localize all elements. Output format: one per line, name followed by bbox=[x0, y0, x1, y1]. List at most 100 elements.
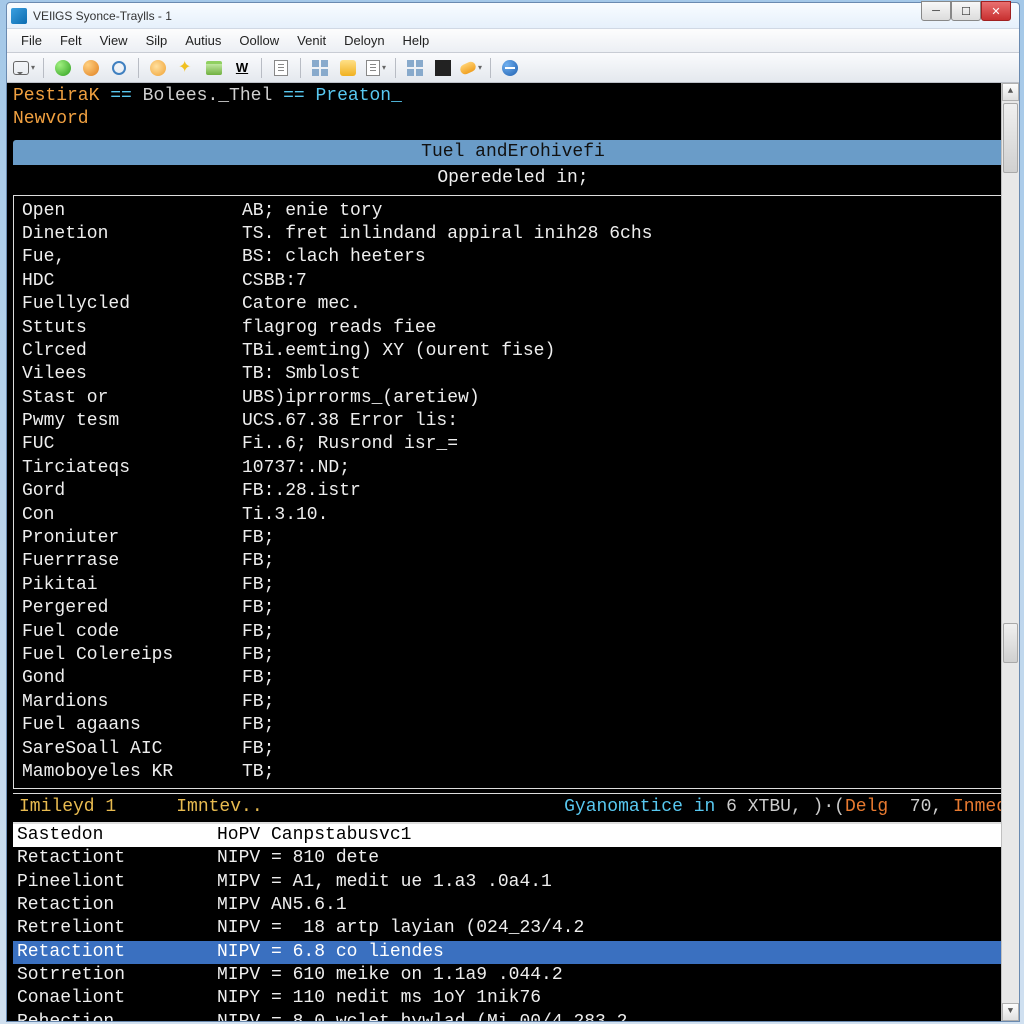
toolbar-separator bbox=[261, 58, 262, 78]
scroll-up-button[interactable]: ▲ bbox=[1002, 83, 1019, 101]
toolbar-separator bbox=[490, 58, 491, 78]
bottom-row[interactable]: RetactiontNIPV = 6.8 co liendes bbox=[13, 941, 1013, 964]
info-key: Fuellycled bbox=[22, 293, 242, 316]
menu-autius[interactable]: Autius bbox=[177, 30, 229, 51]
info-key: Open bbox=[22, 200, 242, 223]
toolbar-panels-icon[interactable] bbox=[404, 57, 426, 79]
info-row: Mamoboyeles KRTB; bbox=[22, 761, 1004, 784]
info-value: FB; bbox=[242, 621, 1004, 644]
info-value: Catore mec. bbox=[242, 293, 1004, 316]
bottom-row[interactable]: RetactionMIPV AN5.6.1 bbox=[13, 894, 1013, 917]
menu-venit[interactable]: Venit bbox=[289, 30, 334, 51]
toolbar-orange-ball-icon[interactable] bbox=[80, 57, 102, 79]
info-row: ConTi.3.10. bbox=[22, 504, 1004, 527]
toolbar-copy-dropdown[interactable] bbox=[365, 57, 387, 79]
prompt-seg1: PestiraK bbox=[13, 86, 99, 106]
scroll-thumb[interactable] bbox=[1003, 103, 1018, 173]
bottom-value: NIPY = 110 nedit ms 1oY 1nik76 bbox=[217, 987, 1009, 1010]
toolbar-bubble-dropdown[interactable] bbox=[13, 57, 35, 79]
bottom-value: NIPV = 18 artp layian (024_23/4.2 bbox=[217, 917, 1009, 940]
prompt-seg3: Preaton_ bbox=[315, 86, 401, 106]
info-value: FB; bbox=[242, 738, 1004, 761]
toolbar-folder-icon[interactable] bbox=[203, 57, 225, 79]
app-window: VEIlGS Syonce-Traylls - 1 ─ ☐ ✕ File Fel… bbox=[6, 2, 1020, 1022]
app-icon bbox=[11, 8, 27, 24]
terminal-area[interactable]: PestiraK == Bolees._Thel == Preaton_ New… bbox=[7, 83, 1019, 1021]
bottom-key: Pineeliont bbox=[17, 871, 217, 894]
info-row: FuerrraseFB; bbox=[22, 550, 1004, 573]
menu-file[interactable]: File bbox=[13, 30, 50, 51]
toolbar-swirl-icon[interactable] bbox=[147, 57, 169, 79]
bottom-value: MIPV AN5.6.1 bbox=[217, 894, 1009, 917]
bottom-value: MIPV = 610 meike on 1.1a9 .044.2 bbox=[217, 964, 1009, 987]
vertical-scrollbar[interactable]: ▲ ▼ bbox=[1001, 83, 1019, 1021]
info-key: FUC bbox=[22, 433, 242, 456]
menu-oollow[interactable]: Oollow bbox=[231, 30, 287, 51]
prompt-eq1: == bbox=[99, 86, 142, 106]
bottom-row[interactable]: SotrretionMIPV = 610 meike on 1.1a9 .044… bbox=[13, 964, 1013, 987]
info-value: FB; bbox=[242, 667, 1004, 690]
prompt-seg2: Bolees._Thel bbox=[143, 86, 273, 106]
toolbar-underline-icon[interactable]: W bbox=[231, 57, 253, 79]
info-row: FUCFi..6; Rusrond isr_= bbox=[22, 433, 1004, 456]
toolbar-separator bbox=[395, 58, 396, 78]
toolbar-green-ball-icon[interactable] bbox=[52, 57, 74, 79]
info-key: Dinetion bbox=[22, 223, 242, 246]
status-e: Inmed bbox=[942, 797, 1007, 817]
toolbar-stop-icon[interactable] bbox=[499, 57, 521, 79]
info-key: Tirciateqs bbox=[22, 457, 242, 480]
section-subtitle: Operedeled in; bbox=[13, 165, 1013, 194]
toolbar-black-icon[interactable] bbox=[432, 57, 454, 79]
menu-help[interactable]: Help bbox=[395, 30, 438, 51]
info-key: SareSoall AIC bbox=[22, 738, 242, 761]
menu-silp[interactable]: Silp bbox=[138, 30, 176, 51]
bottom-row[interactable]: PineeliontMIPV = A1, medit ue 1.a3 .0a4.… bbox=[13, 871, 1013, 894]
bottom-row[interactable]: ConaeliontNIPY = 110 nedit ms 1oY 1nik76 bbox=[13, 987, 1013, 1010]
scroll-down-button[interactable]: ▼ bbox=[1002, 1003, 1019, 1021]
info-key: Mamoboyeles KR bbox=[22, 761, 242, 784]
info-row: DinetionTS. fret inlindand appiral inih2… bbox=[22, 223, 1004, 246]
scroll-thumb-lower[interactable] bbox=[1003, 623, 1018, 663]
bottom-key: Rehection bbox=[17, 1011, 217, 1021]
bottom-row[interactable]: RetreliontNIPV = 18 artp layian (024_23/… bbox=[13, 917, 1013, 940]
toolbar-separator bbox=[138, 58, 139, 78]
info-value: FB; bbox=[242, 550, 1004, 573]
info-row: Stast orUBS)iprrorms_(aretiew) bbox=[22, 387, 1004, 410]
menu-deloyn[interactable]: Deloyn bbox=[336, 30, 392, 51]
bottom-row[interactable]: RetactiontNIPV = 810 dete bbox=[13, 847, 1013, 870]
bottom-box: Sastedon HoPV Canpstabusvc1 RetactiontNI… bbox=[13, 823, 1013, 1021]
maximize-button[interactable]: ☐ bbox=[951, 1, 981, 21]
info-row: GondFB; bbox=[22, 667, 1004, 690]
info-row: PergeredFB; bbox=[22, 597, 1004, 620]
prompt-line-1: PestiraK == Bolees._Thel == Preaton_ bbox=[13, 85, 1013, 108]
info-key: Gord bbox=[22, 480, 242, 503]
minimize-button[interactable]: ─ bbox=[921, 1, 951, 21]
toolbar-ring-icon[interactable] bbox=[108, 57, 130, 79]
tab-left[interactable]: Imileyd 1 bbox=[19, 796, 116, 819]
info-key: Pergered bbox=[22, 597, 242, 620]
info-row: ProniuterFB; bbox=[22, 527, 1004, 550]
info-key: Pwmy tesm bbox=[22, 410, 242, 433]
info-key: Stast or bbox=[22, 387, 242, 410]
info-key: Fuel code bbox=[22, 621, 242, 644]
toolbar-badge-icon[interactable] bbox=[337, 57, 359, 79]
prompt-eq2: == bbox=[272, 86, 315, 106]
toolbar-doc-icon[interactable] bbox=[270, 57, 292, 79]
info-row: HDCCSBB:7 bbox=[22, 270, 1004, 293]
info-row: Sttutsflagrog reads fiee bbox=[22, 317, 1004, 340]
tab-mid[interactable]: Imntev.. bbox=[176, 796, 262, 819]
close-button[interactable]: ✕ bbox=[981, 1, 1011, 21]
menu-felt[interactable]: Felt bbox=[52, 30, 90, 51]
toolbar-highlight-dropdown[interactable] bbox=[460, 57, 482, 79]
toolbar-spark-icon[interactable]: ✦ bbox=[175, 57, 197, 79]
status-c: Delg bbox=[845, 797, 888, 817]
menu-view[interactable]: View bbox=[92, 30, 136, 51]
bottom-header-key: Sastedon bbox=[17, 824, 217, 847]
bottom-row[interactable]: RehectionNIPV = 8.0 wclet hywlad (Mi_00/… bbox=[13, 1011, 1013, 1021]
toolbar-grid-icon[interactable] bbox=[309, 57, 331, 79]
toolbar-separator bbox=[43, 58, 44, 78]
info-key: Vilees bbox=[22, 363, 242, 386]
info-row: PikitaiFB; bbox=[22, 574, 1004, 597]
window-title: VEIlGS Syonce-Traylls - 1 bbox=[33, 9, 172, 23]
bottom-header-val: HoPV Canpstabusvc1 bbox=[217, 824, 1009, 847]
